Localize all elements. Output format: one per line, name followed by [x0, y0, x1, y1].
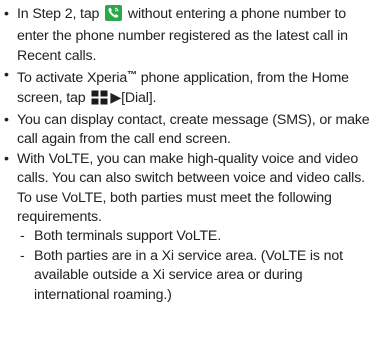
trademark-symbol: ™: [127, 70, 137, 82]
apps-grid-icon: [91, 90, 108, 111]
help-note-page: • In Step 2, tap without entering a phon…: [0, 0, 382, 345]
bullet-marker: •: [4, 67, 9, 84]
dash-marker: -: [20, 247, 25, 264]
bullet-marker: •: [4, 112, 9, 129]
dash-marker: -: [20, 228, 25, 245]
requirement-text: Both parties are in a Xi service area. (…: [34, 247, 343, 303]
note-text-end: [Dial].: [121, 89, 157, 106]
phone-call-icon: [105, 5, 123, 27]
bullet-marker: •: [4, 6, 9, 22]
note-item-xperia-dial: • To activate Xperia™ phone application,…: [2, 66, 380, 111]
volte-requirements-intro: To use VoLTE, both parties must meet the…: [17, 189, 332, 226]
note-item-call-end-screen: • You can display contact, create messag…: [2, 111, 380, 150]
note-bullet-list: • In Step 2, tap without entering a phon…: [2, 5, 380, 305]
note-text: You can display contact, create message …: [17, 112, 370, 148]
bullet-marker: •: [4, 150, 9, 167]
note-text: With VoLTE, you can make high-quality vo…: [17, 150, 365, 187]
arrow-right-icon: ▶: [110, 89, 122, 106]
requirement-item: - Both parties are in a Xi service area.…: [17, 247, 380, 305]
requirement-text: Both terminals support VoLTE.: [34, 228, 222, 245]
note-item-recent-calls: • In Step 2, tap without entering a phon…: [2, 5, 380, 66]
note-text-start: In Step 2, tap: [17, 6, 100, 22]
requirement-item: - Both terminals support VoLTE.: [17, 227, 380, 246]
note-text-start: To activate Xperia: [17, 70, 128, 87]
note-item-volte: • With VoLTE, you can make high-quality …: [2, 150, 380, 305]
volte-requirements-list: - Both terminals support VoLTE. - Both p…: [17, 227, 380, 305]
